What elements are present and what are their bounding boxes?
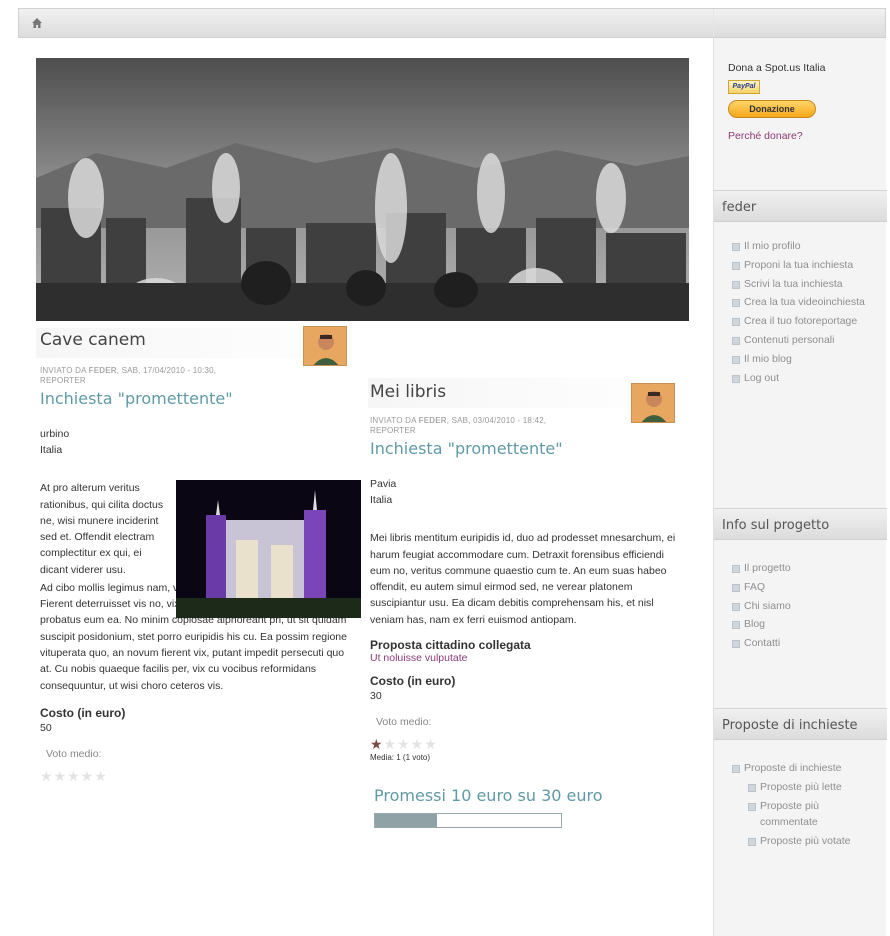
- author-avatar[interactable]: [303, 326, 347, 366]
- info-item[interactable]: Il progetto: [732, 560, 877, 577]
- author-avatar[interactable]: [631, 383, 675, 423]
- donate-title: Dona a Spot.us Italia: [728, 62, 826, 74]
- article-title[interactable]: Cave canem: [40, 330, 146, 350]
- pledge-text: Promessi 10 euro su 30 euro: [374, 786, 603, 806]
- why-donate-link[interactable]: Perché donare?: [728, 130, 887, 142]
- author-link[interactable]: FEDER: [89, 366, 117, 375]
- proposals-title: Proposte di inchieste: [714, 708, 887, 740]
- user-menu-block: feder Il mio profilo Proponi la tua inch…: [714, 190, 887, 388]
- pledge-progress-fill: [375, 814, 437, 828]
- home-icon[interactable]: [31, 17, 43, 29]
- user-menu-item[interactable]: Contenuti personali: [732, 332, 877, 349]
- main-content: Cave canem INVIATO DA FEDER, SAB, 17/04/…: [18, 38, 713, 936]
- status-badge: Inchiesta "promettente": [40, 388, 233, 408]
- user-menu-item[interactable]: Proponi la tua inchiesta: [732, 257, 877, 274]
- vote-label: Voto medio:: [376, 716, 432, 729]
- status-badge: Inchiesta "promettente": [370, 438, 563, 458]
- proposal-label: Proposta cittadino collegata: [370, 637, 531, 652]
- article-mei-libris: Mei libris INVIATO DA FEDER, SAB, 03/04/…: [368, 378, 693, 829]
- location-city: urbino: [40, 427, 70, 440]
- location-country: Italia: [40, 444, 63, 457]
- article-meta: INVIATO DA FEDER, SAB, 03/04/2010 - 18:4…: [370, 416, 547, 436]
- user-menu-item[interactable]: Il mio profilo: [732, 238, 877, 255]
- location-city: Pavia: [370, 477, 397, 490]
- donate-button[interactable]: Donazione: [728, 100, 816, 119]
- article-body: Mei libris mentitum euripidis id, duo ad…: [370, 532, 676, 626]
- proposals-parent-item[interactable]: Proposte di inchieste: [732, 760, 877, 777]
- info-item[interactable]: FAQ: [732, 579, 877, 596]
- divider: [713, 9, 714, 37]
- location-country: Italia: [370, 494, 393, 507]
- info-title: Info sul progetto: [714, 508, 887, 540]
- vote-label: Voto medio:: [46, 748, 102, 761]
- rating-stars[interactable]: ★★★★★: [40, 768, 361, 785]
- pledge-progress-bar: [374, 813, 562, 829]
- author-link[interactable]: FEDER: [419, 416, 447, 425]
- info-block: Info sul progetto Il progetto FAQ Chi si…: [714, 508, 887, 654]
- user-menu-item[interactable]: Crea il tuo fotoreportage: [732, 313, 877, 330]
- cost-value: 30: [370, 689, 382, 702]
- sidebar: Dona a Spot.us Italia PayPal Donazione P…: [713, 38, 887, 936]
- proposals-sub-item[interactable]: Proposte più commentate: [748, 798, 877, 832]
- breadcrumb-bar: [18, 8, 886, 38]
- cost-label: Costo (in euro): [370, 673, 456, 688]
- info-item[interactable]: Blog: [732, 616, 877, 633]
- rating-stars[interactable]: ★★★★★: [370, 736, 693, 753]
- user-menu-item[interactable]: Crea la tua videoinchiesta: [732, 294, 877, 311]
- cost-label: Costo (in euro): [40, 705, 126, 720]
- user-menu-title: feder: [714, 190, 887, 222]
- article-photo: [176, 480, 361, 619]
- user-menu-item[interactable]: Scrivi la tua inchiesta: [732, 276, 877, 293]
- proposal-link[interactable]: Ut noluisse vulputate: [370, 652, 693, 664]
- paypal-logo: PayPal: [728, 80, 760, 95]
- cost-value: 50: [40, 721, 52, 734]
- article-title[interactable]: Mei libris: [370, 382, 446, 402]
- user-menu-item[interactable]: Log out: [732, 370, 877, 387]
- proposals-sub-item[interactable]: Proposte più votate: [748, 833, 877, 850]
- article-body-intro: At pro alterum veritus rationibus, qui c…: [40, 482, 164, 576]
- rating-summary: Media: 1 (1 voto): [370, 753, 431, 763]
- donate-block: Dona a Spot.us Italia PayPal Donazione P…: [714, 60, 887, 142]
- header-photo: [36, 58, 689, 321]
- proposals-block: Proposte di inchieste Proposte di inchie…: [714, 708, 887, 852]
- user-menu-item[interactable]: Il mio blog: [732, 351, 877, 368]
- info-item[interactable]: Chi siamo: [732, 598, 877, 615]
- article-cave-canem: Cave canem INVIATO DA FEDER, SAB, 17/04/…: [36, 326, 361, 785]
- info-item[interactable]: Contatti: [732, 635, 877, 652]
- proposals-sub-item[interactable]: Proposte più lette: [748, 779, 877, 796]
- article-meta: INVIATO DA FEDER, SAB, 17/04/2010 - 10:3…: [40, 366, 217, 386]
